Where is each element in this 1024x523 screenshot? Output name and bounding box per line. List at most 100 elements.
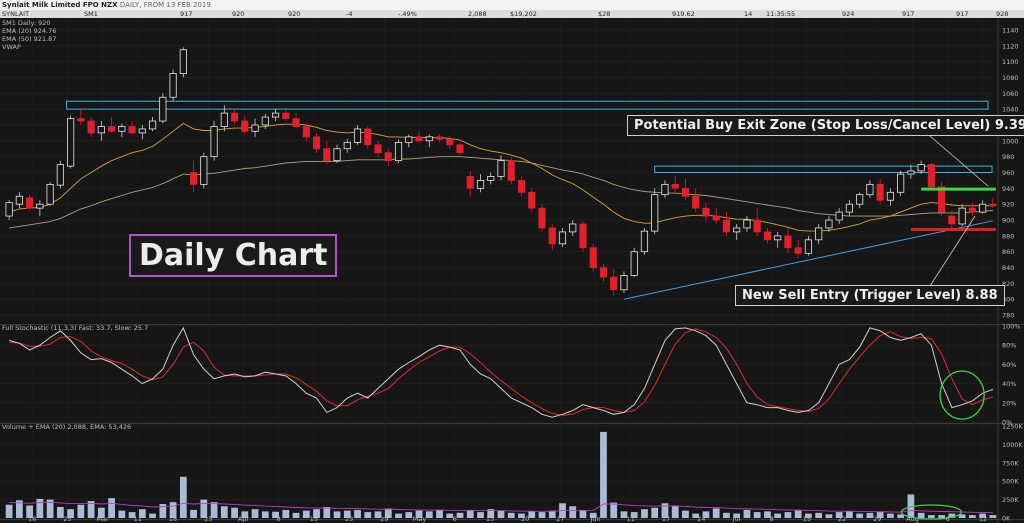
candle-body xyxy=(681,187,690,197)
quote-cell: 928 xyxy=(996,10,1009,18)
candle-body xyxy=(722,219,731,233)
price-tick-label: 920 xyxy=(1002,201,1014,209)
volume-bar xyxy=(36,498,44,518)
volume-tick-label: 500K xyxy=(1002,478,1019,486)
volume-bar xyxy=(805,513,812,518)
volume-bar xyxy=(692,513,700,518)
price-tick-label: 880 xyxy=(1002,232,1014,240)
volume-bar xyxy=(354,509,361,518)
volume-bar xyxy=(384,508,392,518)
volume-bar xyxy=(56,506,64,518)
candle-body xyxy=(190,172,198,185)
candle-body xyxy=(384,152,392,162)
candle-body xyxy=(138,128,146,134)
candle xyxy=(200,152,208,189)
candle xyxy=(589,243,597,272)
candle-body xyxy=(753,219,761,233)
volume-tick-label: 750K xyxy=(1002,459,1019,467)
x-tick-label: 6 xyxy=(453,515,457,523)
price-tick-label: 900 xyxy=(1002,217,1014,225)
candle-body xyxy=(538,207,546,229)
volume-bar xyxy=(313,509,320,518)
volume-bar xyxy=(835,512,843,518)
volume-bar xyxy=(446,513,454,518)
candle-body xyxy=(948,215,956,225)
volume-bar xyxy=(876,512,884,518)
volume-bar xyxy=(743,509,751,518)
candle-body xyxy=(118,126,126,132)
price-tick-label: 840 xyxy=(1002,264,1014,272)
candle-body xyxy=(897,173,905,193)
quote-cell: -.49% xyxy=(398,10,417,18)
volume-bar xyxy=(671,505,679,518)
quote-cell: 924 xyxy=(842,10,855,18)
volume-bar xyxy=(77,504,85,518)
candle xyxy=(579,221,587,252)
candle xyxy=(56,160,64,189)
volume-bar xyxy=(712,508,720,518)
volume-bar xyxy=(968,515,976,518)
volume-bar xyxy=(436,509,443,518)
candle xyxy=(159,93,167,124)
volume-bar xyxy=(138,509,146,518)
volume-bar xyxy=(733,513,741,518)
candle-body xyxy=(77,118,85,122)
candle xyxy=(538,204,546,232)
candle-body xyxy=(169,73,177,98)
candle-body xyxy=(394,142,403,162)
candle-body xyxy=(907,170,915,175)
volume-bar xyxy=(26,505,34,518)
candle-body xyxy=(97,126,105,134)
legend-ema20: EMA (20) 924.76 xyxy=(2,27,57,35)
candle-body xyxy=(374,144,382,154)
candle-body xyxy=(866,183,874,196)
volume-bar xyxy=(928,515,935,518)
candle xyxy=(651,188,659,235)
candle-body xyxy=(599,267,608,278)
candle-body xyxy=(46,183,54,205)
price-tick-label: 780 xyxy=(1002,312,1014,320)
quote-cell: SM1 xyxy=(84,10,98,18)
price-tick-label: 1100 xyxy=(1002,58,1019,66)
volume-bar xyxy=(179,476,187,518)
volume-bar xyxy=(241,511,249,518)
volume-bar xyxy=(887,513,894,518)
volume-bar xyxy=(538,512,546,518)
stoch-tick-label: 100% xyxy=(1002,323,1021,331)
legend-vwap: VWAP xyxy=(2,43,21,51)
candle-body xyxy=(200,156,208,185)
volume-bar xyxy=(651,507,659,518)
candle-body xyxy=(36,203,44,209)
volume-bar xyxy=(405,512,413,518)
candle-body xyxy=(128,126,136,134)
price-tick-label: 960 xyxy=(1002,169,1014,177)
quote-cell: 2,088 xyxy=(468,10,487,18)
volume-bar xyxy=(620,511,628,518)
quote-cell: SYNLAIT xyxy=(2,10,30,18)
candle-body xyxy=(353,128,362,143)
candle-body xyxy=(794,247,802,254)
candle-body xyxy=(856,194,864,205)
candle-body xyxy=(487,176,495,181)
volume-bar xyxy=(374,511,382,518)
candle xyxy=(169,69,177,102)
candle-body xyxy=(405,136,413,143)
volume-tick-label: 1250K xyxy=(1002,423,1024,431)
volume-bar xyxy=(723,512,730,518)
quote-cell: 11:35:55 xyxy=(766,10,796,18)
volume-bar xyxy=(333,511,341,518)
candle-body xyxy=(149,120,157,130)
candle-body xyxy=(333,148,341,162)
candle-body xyxy=(292,118,300,127)
volume-bar xyxy=(220,506,228,518)
volume-bar xyxy=(292,512,300,518)
quote-cell: 920 xyxy=(288,10,301,18)
candle-body xyxy=(271,112,280,118)
volume-bar xyxy=(569,506,577,518)
quote-cell: 917 xyxy=(902,10,915,18)
candle-body xyxy=(579,223,587,249)
volume-bar xyxy=(67,509,74,518)
volume-bar xyxy=(764,511,771,518)
volume-tick-label: 1000K xyxy=(1002,441,1024,449)
volume-tick-label: 250K xyxy=(1002,496,1019,504)
